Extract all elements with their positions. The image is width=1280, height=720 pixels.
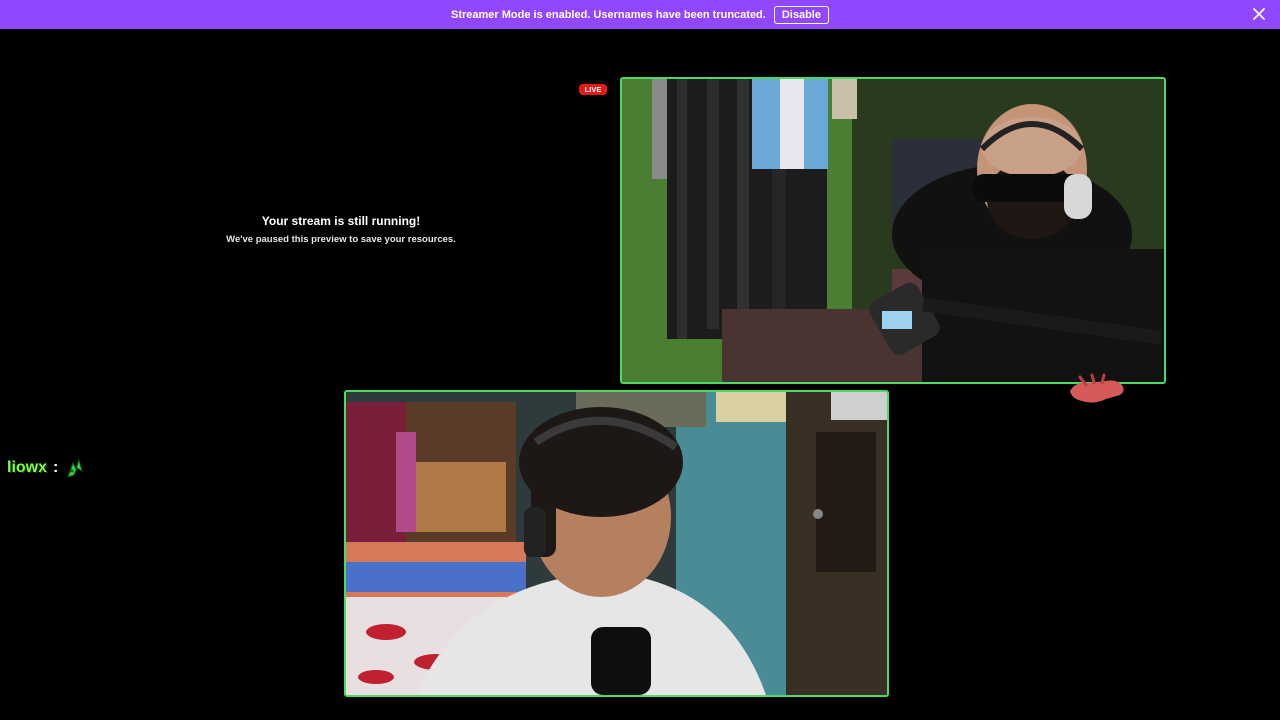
webcam-top [620,77,1166,384]
close-icon[interactable] [1252,7,1266,21]
paused-preview-subtitle: We've paused this preview to save your r… [226,234,456,245]
streamer-mode-banner: Streamer Mode is enabled. Usernames have… [0,0,1280,29]
paused-preview-title: Your stream is still running! [261,214,421,228]
live-badge: LIVE [579,84,607,95]
banner-message: Streamer Mode is enabled. Usernames have… [451,8,766,21]
green-emote-icon [67,458,84,478]
chat-username: liowx [7,459,48,476]
chat-separator: : [53,459,59,476]
chat-message: liowx : [7,457,86,479]
webcam-top-image [622,79,1164,382]
webcam-bottom-image [346,392,887,695]
hand-sticker-icon [1070,373,1124,403]
webcam-bottom [344,390,889,697]
disable-streamer-mode-button[interactable]: Disable [773,5,829,24]
